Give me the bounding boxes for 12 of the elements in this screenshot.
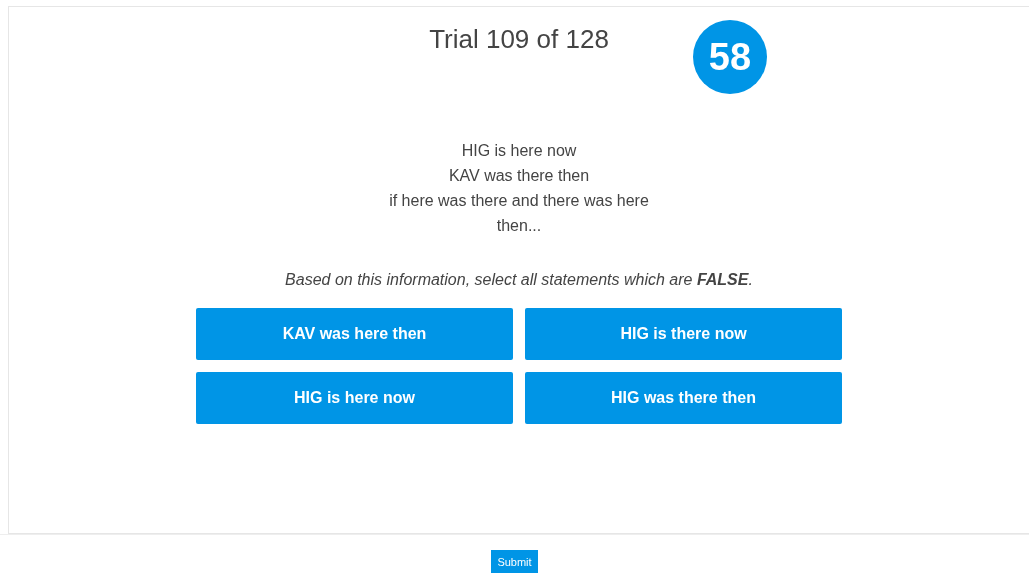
premise-text: then...	[496, 216, 542, 236]
statement-option[interactable]: HIG was there then	[525, 372, 842, 424]
premise-text: KAV was there then	[448, 166, 590, 186]
statement-option[interactable]: HIG is there now	[525, 308, 842, 360]
premise-text: if here was there and there was here	[389, 191, 649, 211]
trial-title: Trial 109 of 128	[428, 23, 610, 55]
statement-option[interactable]: KAV was here then	[196, 308, 513, 360]
submit-button[interactable]: Submit	[491, 550, 538, 573]
countdown-timer: 58	[693, 20, 767, 94]
premise-text: HIG is here now	[461, 141, 577, 161]
instruction-text: Based on this information, select all statements which are FALSE.	[285, 271, 753, 289]
statement-option[interactable]: HIG is here now	[196, 372, 513, 424]
